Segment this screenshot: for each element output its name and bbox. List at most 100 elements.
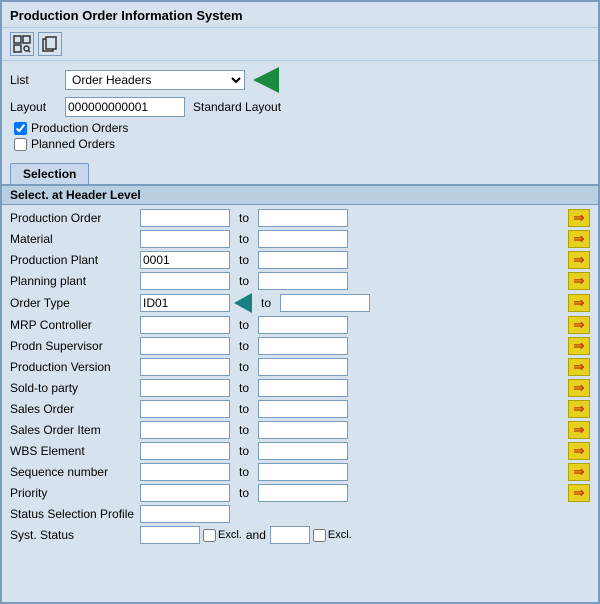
table-row: Production Versionto	[10, 358, 590, 376]
field-label: Sequence number	[10, 465, 140, 479]
table-row: WBS Elementto	[10, 442, 590, 460]
field-single-input[interactable]	[140, 505, 230, 523]
table-row: Order Typeto	[10, 293, 590, 313]
to-label: to	[236, 274, 252, 288]
field-from-input[interactable]	[140, 400, 230, 418]
to-label: to	[236, 339, 252, 353]
field-from-input[interactable]	[140, 379, 230, 397]
layout-row: Layout Standard Layout	[10, 97, 590, 117]
field-label: Production Order	[10, 211, 140, 225]
table-row: Sales Order Item to	[10, 421, 590, 439]
field-arrow-button[interactable]	[568, 484, 590, 502]
field-to-input[interactable]	[258, 400, 348, 418]
field-from-input[interactable]	[140, 316, 230, 334]
field-to-input[interactable]	[280, 294, 370, 312]
field-to-input[interactable]	[258, 442, 348, 460]
field-arrow-button[interactable]	[568, 379, 590, 397]
to-label: to	[236, 423, 252, 437]
field-label: Order Type	[10, 296, 140, 310]
field-to-input[interactable]	[258, 209, 348, 227]
table-row: Priorityto	[10, 484, 590, 502]
to-label: to	[236, 402, 252, 416]
to-label: to	[236, 444, 252, 458]
field-to-input[interactable]	[258, 230, 348, 248]
main-window: Production Order Information System List…	[0, 0, 600, 604]
field-arrow-button[interactable]	[568, 463, 590, 481]
section-header: Select. at Header Level	[2, 186, 598, 205]
field-label: Sold-to party	[10, 381, 140, 395]
selection-tab[interactable]: Selection	[10, 163, 89, 184]
field-from-input[interactable]	[140, 230, 230, 248]
arrow-indicator	[253, 67, 279, 93]
field-arrow-button[interactable]	[568, 358, 590, 376]
excl-label-1: Excl.	[218, 529, 242, 541]
field-to-input[interactable]	[258, 358, 348, 376]
to-label: to	[236, 253, 252, 267]
teal-arrow-icon	[234, 293, 252, 313]
field-label: Sales Order Item	[10, 423, 140, 437]
field-from-input[interactable]	[140, 209, 230, 227]
field-to-input[interactable]	[258, 379, 348, 397]
field-arrow-button[interactable]	[568, 421, 590, 439]
table-row: Syst. StatusExcl.andExcl.	[10, 526, 590, 544]
excl-checkbox-1[interactable]	[203, 529, 216, 542]
field-to-input[interactable]	[258, 251, 348, 269]
field-to-input[interactable]	[258, 272, 348, 290]
field-arrow-button[interactable]	[568, 316, 590, 334]
table-row: Production Orderto	[10, 209, 590, 227]
field-arrow-button[interactable]	[568, 294, 590, 312]
field-label: Production Version	[10, 360, 140, 374]
field-arrow-button[interactable]	[568, 337, 590, 355]
field-arrow-button[interactable]	[568, 251, 590, 269]
production-orders-checkbox[interactable]	[14, 122, 27, 135]
field-from-input[interactable]	[140, 337, 230, 355]
title-bar: Production Order Information System	[2, 2, 598, 28]
to-label: to	[236, 318, 252, 332]
form-area: List Order Headers Layout Standard Layou…	[2, 61, 598, 159]
field-to-input[interactable]	[258, 463, 348, 481]
tab-area: Selection	[2, 159, 598, 184]
syst-status-input[interactable]	[140, 526, 200, 544]
layout-label: Layout	[10, 100, 65, 114]
planned-orders-label: Planned Orders	[31, 137, 115, 151]
toolbar-btn-1[interactable]	[10, 32, 34, 56]
field-to-input[interactable]	[258, 337, 348, 355]
table-row: Planning plant to	[10, 272, 590, 290]
toolbar-btn-2[interactable]	[38, 32, 62, 56]
field-from-input[interactable]	[140, 442, 230, 460]
field-label: Priority	[10, 486, 140, 500]
and-label: and	[246, 528, 266, 542]
field-arrow-button[interactable]	[568, 230, 590, 248]
field-arrow-button[interactable]	[568, 209, 590, 227]
planned-orders-checkbox[interactable]	[14, 138, 27, 151]
layout-input[interactable]	[65, 97, 185, 117]
field-from-input[interactable]	[140, 484, 230, 502]
window-title: Production Order Information System	[10, 8, 590, 23]
field-from-input[interactable]	[140, 463, 230, 481]
field-label: Prodn Supervisor	[10, 339, 140, 353]
fields-container: Production OrdertoMaterialtoProduction P…	[2, 205, 598, 551]
field-from-input[interactable]	[140, 421, 230, 439]
field-from-input[interactable]	[140, 358, 230, 376]
field-from-input[interactable]	[140, 272, 230, 290]
field-arrow-button[interactable]	[568, 400, 590, 418]
excl-checkbox-2[interactable]	[313, 529, 326, 542]
list-select[interactable]: Order Headers	[65, 70, 245, 90]
table-row: Production Plantto	[10, 251, 590, 269]
standard-layout-label: Standard Layout	[193, 100, 281, 114]
table-row: MRP Controllerto	[10, 316, 590, 334]
field-to-input[interactable]	[258, 421, 348, 439]
field-arrow-button[interactable]	[568, 272, 590, 290]
field-arrow-button[interactable]	[568, 442, 590, 460]
syst-status-input-2[interactable]	[270, 526, 310, 544]
field-label: Sales Order	[10, 402, 140, 416]
field-to-input[interactable]	[258, 316, 348, 334]
field-from-input[interactable]	[140, 294, 230, 312]
field-to-input[interactable]	[258, 484, 348, 502]
field-from-input[interactable]	[140, 251, 230, 269]
copy-icon	[41, 35, 59, 53]
field-label: Planning plant	[10, 274, 140, 288]
table-row: Sales Order to	[10, 400, 590, 418]
table-row: Sold-to partyto	[10, 379, 590, 397]
table-row: Status Selection Profile	[10, 505, 590, 523]
